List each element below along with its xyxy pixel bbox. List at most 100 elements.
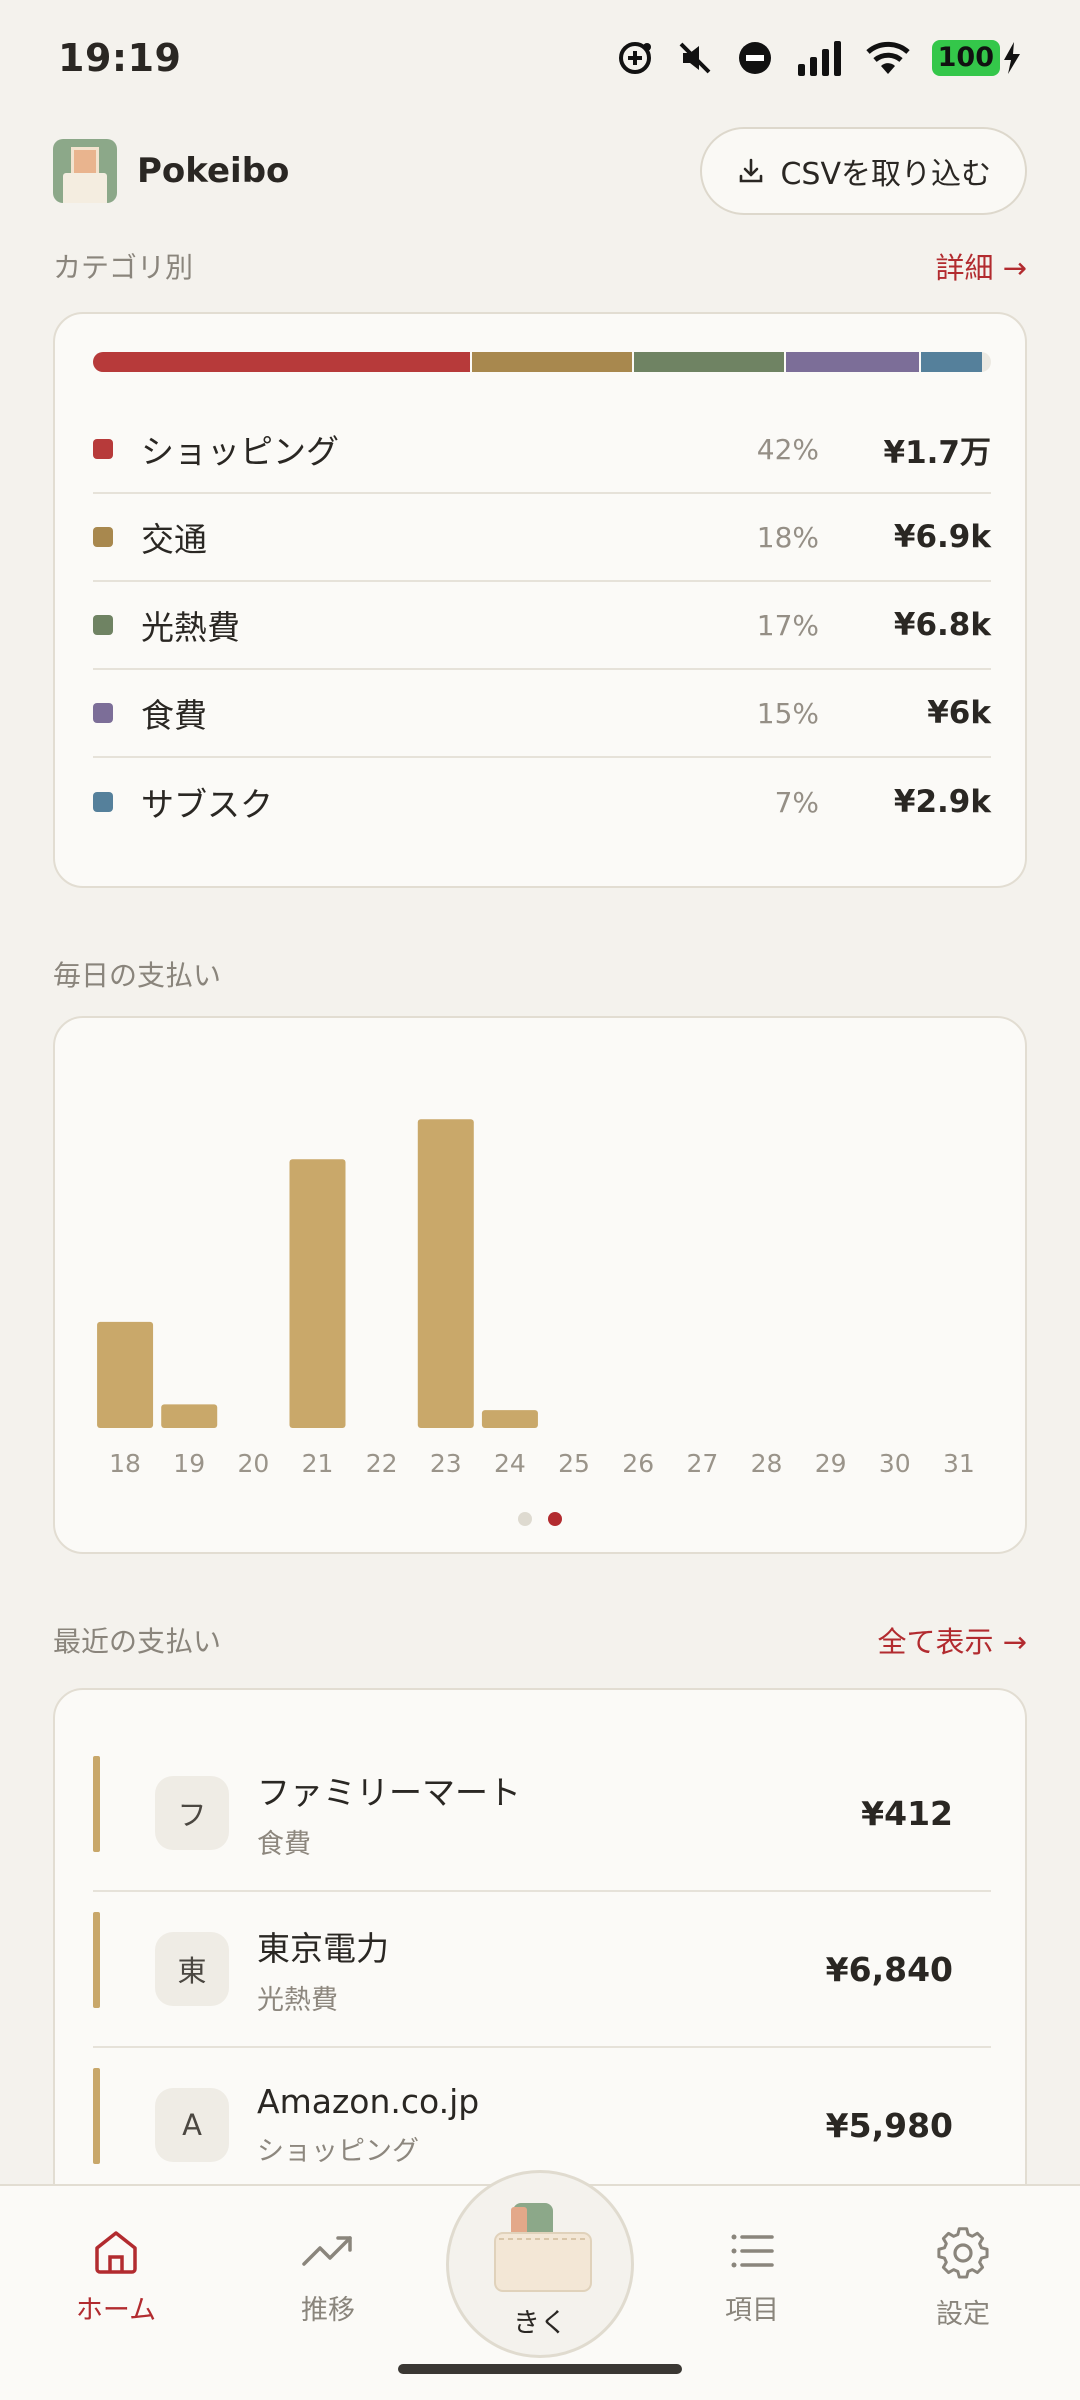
category-card: ショッピング 42% ¥1.7万 交通 18% ¥6.9k 光熱費 17% ¥6.8k 食費 15%… bbox=[53, 312, 1027, 888]
payment-text: 東京電力 光熱費 bbox=[257, 1922, 826, 2017]
payment-list: フファミリーマート 食費 ¥412 東東京電力 光熱費 ¥6,840 A Amazon.co.… bbox=[93, 1736, 991, 2204]
day-tick-label: 23 bbox=[430, 1449, 462, 1478]
category-amount: ¥6k bbox=[927, 695, 991, 731]
payment-category: ショッピング bbox=[257, 2136, 419, 2167]
nav-items[interactable]: 項目 bbox=[677, 2226, 827, 2327]
daily-chart-card[interactable]: 18 19 20 21 22 23 24 25 26 27 28 29 30 31 bbox=[53, 1016, 1027, 1554]
category-amount: ¥2.9k bbox=[893, 784, 991, 820]
category-share-segment bbox=[784, 352, 920, 372]
import-csv-button[interactable]: CSVを取り込む bbox=[700, 127, 1027, 215]
import-csv-label: CSVを取り込む bbox=[780, 157, 991, 192]
chart-pager[interactable] bbox=[55, 1512, 1025, 1526]
wifi-icon bbox=[865, 41, 910, 74]
download-icon bbox=[740, 158, 763, 183]
brand: Pokeibo bbox=[53, 139, 289, 203]
category-row[interactable]: 食費 15% ¥6k bbox=[93, 670, 991, 758]
daily-bar[interactable] bbox=[481, 1410, 538, 1428]
daily-bar-chart: 18 19 20 21 22 23 24 25 26 27 28 29 30 31 bbox=[97, 1119, 975, 1478]
category-row[interactable]: サブスク 7% ¥2.9k bbox=[93, 758, 991, 846]
wallet-icon bbox=[494, 2203, 592, 2292]
category-amount: ¥6.9k bbox=[893, 519, 991, 555]
category-color-swatch bbox=[93, 792, 113, 812]
day-tick-label: 20 bbox=[237, 1449, 269, 1478]
battery-level: 100 bbox=[931, 40, 1000, 76]
payment-accent-bar bbox=[93, 1912, 100, 2008]
add-circle-icon bbox=[618, 42, 651, 74]
daily-section-header: 毎日の支払い bbox=[53, 954, 1027, 994]
category-row[interactable]: 交通 18% ¥6.9k bbox=[93, 494, 991, 582]
daily-section-title: 毎日の支払い bbox=[53, 959, 222, 992]
daily-bar[interactable] bbox=[97, 1321, 154, 1428]
signal-icon bbox=[797, 41, 841, 76]
nav-items-label: 項目 bbox=[725, 2295, 779, 2326]
daily-bar[interactable] bbox=[417, 1119, 474, 1428]
category-name: 光熱費 bbox=[141, 608, 240, 647]
pager-dot-2-active[interactable] bbox=[548, 1512, 562, 1526]
day-tick-label: 28 bbox=[751, 1449, 783, 1478]
show-all-link[interactable]: 全て表示 → bbox=[877, 1619, 1027, 1661]
merchant-avatar: フ bbox=[155, 1776, 229, 1850]
payment-row[interactable]: 東東京電力 光熱費 ¥6,840 bbox=[93, 1892, 991, 2048]
day-tick-label: 24 bbox=[494, 1449, 526, 1478]
category-percent: 15% bbox=[756, 696, 819, 730]
category-percent: 17% bbox=[756, 608, 819, 642]
app-header: Pokeibo CSVを取り込む bbox=[0, 126, 1080, 216]
category-percent: 7% bbox=[774, 785, 819, 819]
nav-trends[interactable]: 推移 bbox=[253, 2226, 403, 2327]
category-color-swatch bbox=[93, 703, 113, 723]
list-icon bbox=[731, 2234, 774, 2268]
payment-amount: ¥6,840 bbox=[825, 1949, 953, 1989]
category-color-swatch bbox=[93, 439, 113, 459]
status-bar: 19:19 100 bbox=[0, 0, 1080, 116]
category-color-swatch bbox=[93, 527, 113, 547]
payment-amount: ¥412 bbox=[861, 1793, 953, 1833]
status-icons: 100 bbox=[616, 39, 1022, 77]
day-tick-label: 26 bbox=[622, 1449, 654, 1478]
category-name: サブスク bbox=[141, 785, 273, 824]
nav-settings[interactable]: 設定 bbox=[888, 2226, 1038, 2331]
home-icon bbox=[95, 2231, 137, 2274]
merchant-avatar: 東 bbox=[155, 1932, 229, 2006]
category-row[interactable]: 光熱費 17% ¥6.8k bbox=[93, 582, 991, 670]
category-name: 交通 bbox=[141, 520, 207, 559]
payment-row[interactable]: フファミリーマート 食費 ¥412 bbox=[93, 1736, 991, 1892]
merchant-avatar: A bbox=[155, 2088, 229, 2162]
merchant-name: ファミリーマート bbox=[257, 1772, 521, 1812]
payment-amount: ¥5,980 bbox=[825, 2105, 953, 2145]
category-amount: ¥6.8k bbox=[893, 607, 991, 643]
day-tick-label: 27 bbox=[686, 1449, 718, 1478]
category-name: 食費 bbox=[141, 696, 207, 735]
day-tick-label: 19 bbox=[173, 1449, 205, 1478]
category-share-segment bbox=[919, 352, 982, 372]
category-list: ショッピング 42% ¥1.7万 交通 18% ¥6.9k 光熱費 17% ¥6.8k 食費 15%… bbox=[93, 406, 991, 846]
status-time: 19:19 bbox=[58, 36, 182, 80]
category-percent: 42% bbox=[756, 432, 819, 466]
payment-accent-bar bbox=[93, 1756, 100, 1852]
daily-bar[interactable] bbox=[161, 1404, 218, 1428]
app-logo bbox=[53, 139, 117, 203]
merchant-name: Amazon.co.jp bbox=[257, 2082, 480, 2121]
day-tick-label: 22 bbox=[366, 1449, 398, 1478]
pager-dot-1[interactable] bbox=[518, 1512, 532, 1526]
category-amount: ¥1.7万 bbox=[883, 434, 992, 471]
trending-up-icon bbox=[302, 2236, 352, 2266]
nav-trends-label: 推移 bbox=[301, 2295, 355, 2326]
nav-home-label: ホーム bbox=[75, 2295, 157, 2326]
day-tick-label: 30 bbox=[879, 1449, 911, 1478]
category-row[interactable]: ショッピング 42% ¥1.7万 bbox=[93, 406, 991, 494]
category-section-header: カテゴリ別 詳細 → bbox=[53, 246, 1027, 286]
category-share-bar bbox=[93, 352, 991, 372]
gear-icon bbox=[937, 2227, 989, 2279]
center-ask-button[interactable]: きく bbox=[446, 2170, 634, 2358]
nav-home[interactable]: ホーム bbox=[41, 2226, 191, 2327]
recent-section-title: 最近の支払い bbox=[53, 1625, 222, 1658]
payment-text: ファミリーマート 食費 bbox=[257, 1766, 861, 1861]
home-indicator bbox=[398, 2364, 682, 2374]
daily-bar[interactable] bbox=[289, 1159, 346, 1428]
merchant-name: 東京電力 bbox=[257, 1928, 389, 1968]
center-ask-label: きく bbox=[513, 2308, 567, 2339]
payment-text: Amazon.co.jp ショッピング bbox=[257, 2082, 826, 2168]
payment-accent-bar bbox=[93, 2068, 100, 2164]
category-detail-link[interactable]: 詳細 → bbox=[935, 245, 1027, 287]
do-not-disturb-icon bbox=[738, 42, 771, 74]
